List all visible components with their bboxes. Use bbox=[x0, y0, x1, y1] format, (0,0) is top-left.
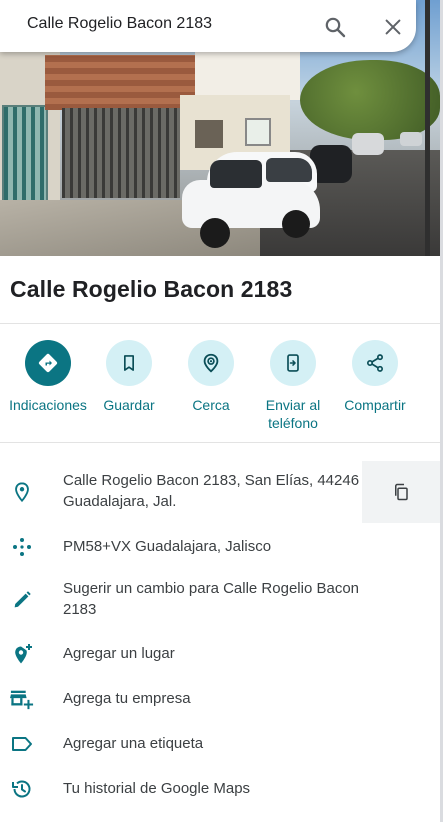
action-buttons: Indicaciones Guardar Cerca Enviar al tel… bbox=[0, 340, 440, 432]
search-input[interactable]: Calle Rogelio Bacon 2183 bbox=[27, 15, 212, 33]
directions-label: Indicaciones bbox=[9, 397, 87, 413]
plus-code-row[interactable]: PM58+VX Guadalajara, Jalisco bbox=[0, 535, 440, 559]
address-text: Calle Rogelio Bacon 2183, San Elías, 442… bbox=[63, 470, 359, 512]
search-button[interactable] bbox=[320, 12, 350, 42]
address-line1: Calle Rogelio Bacon 2183, San Elías, 442… bbox=[63, 472, 360, 489]
add-business-icon bbox=[10, 687, 34, 711]
edit-pencil-icon bbox=[10, 588, 34, 612]
add-location-icon bbox=[10, 642, 34, 666]
place-panel: Calle Rogelio Bacon 2183 Calle Rogelio B… bbox=[0, 0, 440, 822]
add-place-text: Agregar un lugar bbox=[63, 645, 175, 662]
save-label: Guardar bbox=[103, 397, 155, 413]
divider bbox=[0, 323, 440, 324]
nearby-icon bbox=[203, 353, 219, 373]
nearby-label: Cerca bbox=[192, 397, 230, 413]
suggest-edit-row[interactable]: Sugerir un cambio para Calle Rogelio Bac… bbox=[0, 578, 440, 622]
plus-code-icon bbox=[10, 535, 34, 559]
search-icon bbox=[325, 17, 346, 38]
copy-address-button[interactable] bbox=[362, 461, 440, 523]
divider bbox=[0, 442, 440, 443]
copy-icon bbox=[395, 483, 408, 501]
add-business-row[interactable]: Agrega tu empresa bbox=[0, 687, 440, 711]
add-label-text: Agregar una etiqueta bbox=[63, 735, 204, 752]
location-pin-icon bbox=[10, 480, 34, 504]
add-place-row[interactable]: Agregar un lugar bbox=[0, 642, 440, 666]
send-to-phone-button[interactable]: Enviar al teléfono bbox=[252, 340, 334, 432]
history-icon bbox=[10, 777, 34, 801]
share-icon bbox=[367, 354, 383, 372]
share-label: Compartir bbox=[344, 397, 406, 413]
place-title: Calle Rogelio Bacon 2183 bbox=[10, 276, 293, 302]
suggest-line1: Sugerir un cambio para Calle Rogelio Bac… bbox=[63, 580, 360, 597]
close-search-button[interactable] bbox=[378, 12, 408, 42]
suggest-edit-text: Sugerir un cambio para Calle Rogelio Bac… bbox=[63, 578, 359, 620]
add-label-row[interactable]: Agregar una etiqueta bbox=[0, 732, 440, 756]
send-to-phone-label: Enviar al teléfono bbox=[265, 397, 321, 431]
close-icon bbox=[385, 19, 401, 35]
share-button[interactable]: Compartir bbox=[334, 340, 416, 414]
nearby-button[interactable]: Cerca bbox=[170, 340, 252, 414]
send-to-phone-icon bbox=[287, 354, 299, 372]
directions-button[interactable]: Indicaciones bbox=[7, 340, 89, 414]
bookmark-icon bbox=[124, 355, 134, 371]
maps-history-row[interactable]: Tu historial de Google Maps bbox=[0, 777, 440, 801]
address-line2: Guadalajara, Jal. bbox=[63, 493, 177, 510]
directions-icon bbox=[38, 353, 58, 373]
label-tag-icon bbox=[10, 732, 34, 756]
search-bar: Calle Rogelio Bacon 2183 bbox=[0, 0, 416, 52]
save-button[interactable]: Guardar bbox=[88, 340, 170, 414]
maps-history-text: Tu historial de Google Maps bbox=[63, 780, 251, 797]
add-business-text: Agrega tu empresa bbox=[63, 690, 191, 707]
suggest-line2: 2183 bbox=[63, 601, 97, 618]
plus-code-text: PM58+VX Guadalajara, Jalisco bbox=[63, 538, 272, 555]
